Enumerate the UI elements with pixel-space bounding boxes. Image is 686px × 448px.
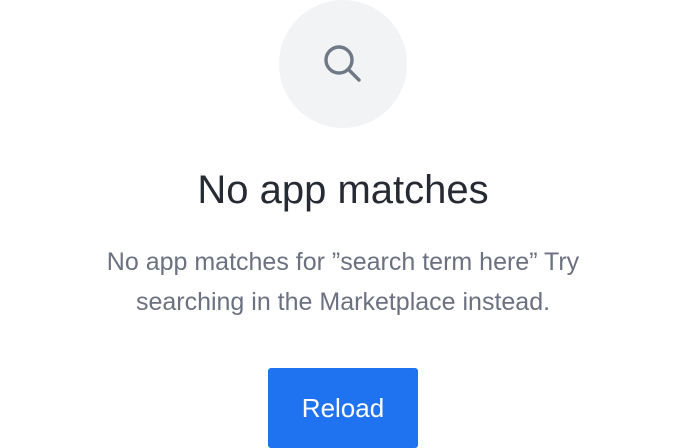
search-icon-circle xyxy=(279,0,407,128)
reload-button[interactable]: Reload xyxy=(268,368,418,448)
empty-state-description: No app matches for ”search term here” Tr… xyxy=(106,248,580,316)
search-icon xyxy=(324,45,361,82)
empty-state-title: No app matches xyxy=(197,168,489,212)
empty-state: No app matches No app matches for ”searc… xyxy=(0,0,686,448)
